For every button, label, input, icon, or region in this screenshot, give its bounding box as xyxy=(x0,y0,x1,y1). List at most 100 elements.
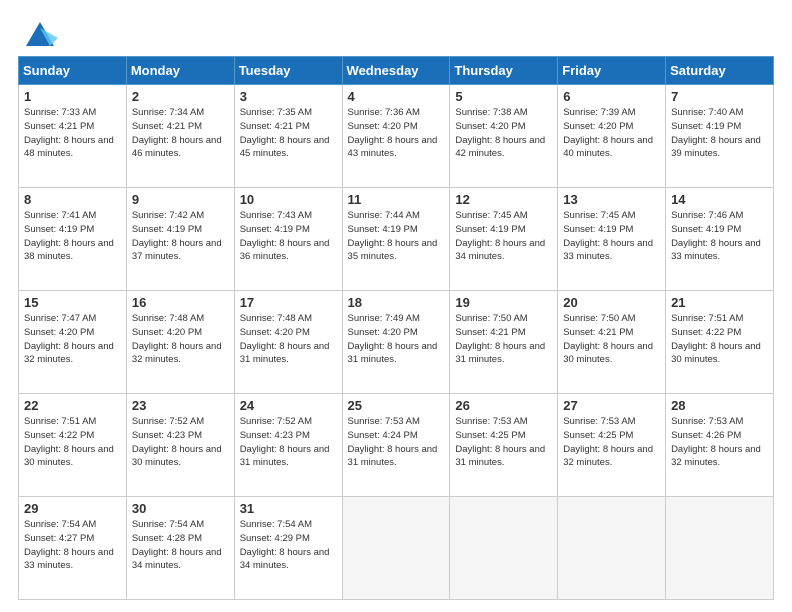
calendar-cell: 28Sunrise: 7:53 AMSunset: 4:26 PMDayligh… xyxy=(666,394,774,497)
day-number: 11 xyxy=(348,192,445,207)
calendar-cell xyxy=(666,497,774,600)
calendar-cell: 9 Sunrise: 7:42 AMSunset: 4:19 PMDaylight… xyxy=(126,188,234,291)
calendar-cell: 30 Sunrise: 7:54 AMSunset: 4:28 PMDayligh… xyxy=(126,497,234,600)
day-number: 26 xyxy=(455,398,552,413)
calendar-cell: 21 Sunrise: 7:51 AMSunset: 4:22 PMDayligh… xyxy=(666,291,774,394)
calendar-week-row: 22Sunrise: 7:51 AMSunset: 4:22 PMDayligh… xyxy=(19,394,774,497)
calendar-cell: 23 Sunrise: 7:52 AMSunset: 4:23 PMDayligh… xyxy=(126,394,234,497)
calendar-cell xyxy=(558,497,666,600)
calendar-cell xyxy=(450,497,558,600)
calendar-week-row: 15 Sunrise: 7:47 AMSunset: 4:20 PMDayligh… xyxy=(19,291,774,394)
calendar-cell: 4Sunrise: 7:36 AMSunset: 4:20 PMDaylight… xyxy=(342,85,450,188)
calendar-cell: 27 Sunrise: 7:53 AMSunset: 4:25 PMDayligh… xyxy=(558,394,666,497)
header xyxy=(18,18,774,46)
day-info: Sunrise: 7:48 AMSunset: 4:20 PMDaylight:… xyxy=(132,313,222,365)
calendar-table: SundayMondayTuesdayWednesdayThursdayFrid… xyxy=(18,56,774,600)
day-info: Sunrise: 7:33 AMSunset: 4:21 PMDaylight:… xyxy=(24,107,114,159)
weekday-header-monday: Monday xyxy=(126,57,234,85)
day-number: 1 xyxy=(24,89,121,104)
day-info: Sunrise: 7:47 AMSunset: 4:20 PMDaylight:… xyxy=(24,313,114,365)
calendar-cell: 6 Sunrise: 7:39 AMSunset: 4:20 PMDaylight… xyxy=(558,85,666,188)
calendar-cell: 31 Sunrise: 7:54 AMSunset: 4:29 PMDayligh… xyxy=(234,497,342,600)
calendar-cell: 11 Sunrise: 7:44 AMSunset: 4:19 PMDayligh… xyxy=(342,188,450,291)
day-info: Sunrise: 7:40 AMSunset: 4:19 PMDaylight:… xyxy=(671,107,761,159)
calendar-cell: 8 Sunrise: 7:41 AMSunset: 4:19 PMDaylight… xyxy=(19,188,127,291)
day-number: 20 xyxy=(563,295,660,310)
day-number: 4 xyxy=(348,89,445,104)
calendar-cell: 13 Sunrise: 7:45 AMSunset: 4:19 PMDayligh… xyxy=(558,188,666,291)
day-info: Sunrise: 7:54 AMSunset: 4:28 PMDaylight:… xyxy=(132,519,222,571)
calendar-cell: 16 Sunrise: 7:48 AMSunset: 4:20 PMDayligh… xyxy=(126,291,234,394)
day-number: 27 xyxy=(563,398,660,413)
day-info: Sunrise: 7:46 AMSunset: 4:19 PMDaylight:… xyxy=(671,210,761,262)
day-number: 3 xyxy=(240,89,337,104)
day-number: 12 xyxy=(455,192,552,207)
day-number: 7 xyxy=(671,89,768,104)
calendar-cell xyxy=(342,497,450,600)
calendar-cell: 3 Sunrise: 7:35 AMSunset: 4:21 PMDaylight… xyxy=(234,85,342,188)
calendar-cell: 20 Sunrise: 7:50 AMSunset: 4:21 PMDayligh… xyxy=(558,291,666,394)
day-number: 14 xyxy=(671,192,768,207)
day-number: 23 xyxy=(132,398,229,413)
day-info: Sunrise: 7:34 AMSunset: 4:21 PMDaylight:… xyxy=(132,107,222,159)
day-info: Sunrise: 7:50 AMSunset: 4:21 PMDaylight:… xyxy=(455,313,545,365)
calendar-cell: 14 Sunrise: 7:46 AMSunset: 4:19 PMDayligh… xyxy=(666,188,774,291)
day-number: 30 xyxy=(132,501,229,516)
day-number: 9 xyxy=(132,192,229,207)
calendar-cell: 26 Sunrise: 7:53 AMSunset: 4:25 PMDayligh… xyxy=(450,394,558,497)
day-number: 25 xyxy=(348,398,445,413)
day-number: 16 xyxy=(132,295,229,310)
day-info: Sunrise: 7:52 AMSunset: 4:23 PMDaylight:… xyxy=(240,416,330,468)
calendar-cell: 7 Sunrise: 7:40 AMSunset: 4:19 PMDaylight… xyxy=(666,85,774,188)
day-number: 6 xyxy=(563,89,660,104)
day-info: Sunrise: 7:54 AMSunset: 4:27 PMDaylight:… xyxy=(24,519,114,571)
calendar-week-row: 29 Sunrise: 7:54 AMSunset: 4:27 PMDayligh… xyxy=(19,497,774,600)
logo xyxy=(18,18,54,46)
day-number: 22 xyxy=(24,398,121,413)
day-info: Sunrise: 7:43 AMSunset: 4:19 PMDaylight:… xyxy=(240,210,330,262)
day-info: Sunrise: 7:38 AMSunset: 4:20 PMDaylight:… xyxy=(455,107,545,159)
day-info: Sunrise: 7:44 AMSunset: 4:19 PMDaylight:… xyxy=(348,210,438,262)
day-info: Sunrise: 7:53 AMSunset: 4:25 PMDaylight:… xyxy=(455,416,545,468)
day-number: 15 xyxy=(24,295,121,310)
page: SundayMondayTuesdayWednesdayThursdayFrid… xyxy=(0,0,792,612)
day-info: Sunrise: 7:42 AMSunset: 4:19 PMDaylight:… xyxy=(132,210,222,262)
calendar-cell: 25Sunrise: 7:53 AMSunset: 4:24 PMDayligh… xyxy=(342,394,450,497)
day-number: 24 xyxy=(240,398,337,413)
calendar-week-row: 8 Sunrise: 7:41 AMSunset: 4:19 PMDaylight… xyxy=(19,188,774,291)
day-number: 29 xyxy=(24,501,121,516)
calendar-cell: 22Sunrise: 7:51 AMSunset: 4:22 PMDayligh… xyxy=(19,394,127,497)
day-info: Sunrise: 7:52 AMSunset: 4:23 PMDaylight:… xyxy=(132,416,222,468)
calendar-cell: 1 Sunrise: 7:33 AMSunset: 4:21 PMDaylight… xyxy=(19,85,127,188)
day-number: 18 xyxy=(348,295,445,310)
day-info: Sunrise: 7:41 AMSunset: 4:19 PMDaylight:… xyxy=(24,210,114,262)
day-number: 31 xyxy=(240,501,337,516)
day-info: Sunrise: 7:51 AMSunset: 4:22 PMDaylight:… xyxy=(671,313,761,365)
calendar-cell: 29 Sunrise: 7:54 AMSunset: 4:27 PMDayligh… xyxy=(19,497,127,600)
day-info: Sunrise: 7:45 AMSunset: 4:19 PMDaylight:… xyxy=(563,210,653,262)
weekday-header-tuesday: Tuesday xyxy=(234,57,342,85)
day-number: 13 xyxy=(563,192,660,207)
calendar-cell: 24 Sunrise: 7:52 AMSunset: 4:23 PMDayligh… xyxy=(234,394,342,497)
day-info: Sunrise: 7:39 AMSunset: 4:20 PMDaylight:… xyxy=(563,107,653,159)
calendar-week-row: 1 Sunrise: 7:33 AMSunset: 4:21 PMDaylight… xyxy=(19,85,774,188)
day-info: Sunrise: 7:54 AMSunset: 4:29 PMDaylight:… xyxy=(240,519,330,571)
weekday-header-saturday: Saturday xyxy=(666,57,774,85)
day-info: Sunrise: 7:35 AMSunset: 4:21 PMDaylight:… xyxy=(240,107,330,159)
calendar-cell: 2 Sunrise: 7:34 AMSunset: 4:21 PMDaylight… xyxy=(126,85,234,188)
calendar-cell: 15 Sunrise: 7:47 AMSunset: 4:20 PMDayligh… xyxy=(19,291,127,394)
weekday-header-sunday: Sunday xyxy=(19,57,127,85)
day-number: 8 xyxy=(24,192,121,207)
day-number: 5 xyxy=(455,89,552,104)
day-number: 2 xyxy=(132,89,229,104)
day-number: 21 xyxy=(671,295,768,310)
calendar-cell: 12 Sunrise: 7:45 AMSunset: 4:19 PMDayligh… xyxy=(450,188,558,291)
weekday-header-wednesday: Wednesday xyxy=(342,57,450,85)
day-info: Sunrise: 7:53 AMSunset: 4:25 PMDaylight:… xyxy=(563,416,653,468)
calendar-cell: 18Sunrise: 7:49 AMSunset: 4:20 PMDayligh… xyxy=(342,291,450,394)
calendar-cell: 10 Sunrise: 7:43 AMSunset: 4:19 PMDayligh… xyxy=(234,188,342,291)
weekday-header-thursday: Thursday xyxy=(450,57,558,85)
day-info: Sunrise: 7:45 AMSunset: 4:19 PMDaylight:… xyxy=(455,210,545,262)
day-info: Sunrise: 7:50 AMSunset: 4:21 PMDaylight:… xyxy=(563,313,653,365)
day-number: 10 xyxy=(240,192,337,207)
